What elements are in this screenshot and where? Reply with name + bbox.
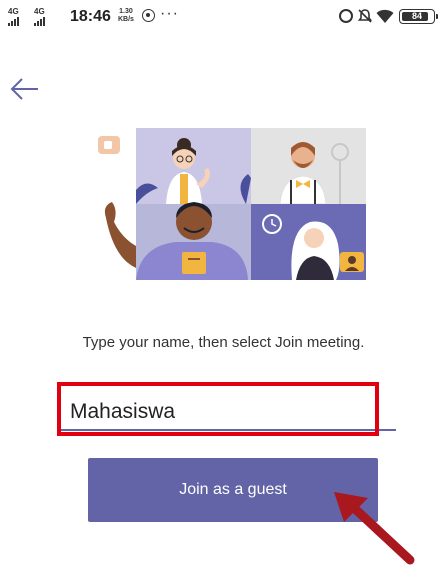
more-notifications-icon: ··· bbox=[160, 5, 179, 22]
speed-unit: KB/s bbox=[118, 16, 134, 23]
network-type-2: 4G bbox=[34, 7, 45, 16]
meeting-illustration bbox=[98, 128, 366, 280]
wifi-icon bbox=[376, 9, 394, 23]
mute-icon bbox=[357, 9, 373, 23]
arrow-left-icon[interactable] bbox=[8, 74, 42, 104]
network-speed: 1.30 KB/s bbox=[118, 8, 134, 24]
alarm-icon bbox=[339, 9, 353, 23]
signal-icon: 4G bbox=[8, 8, 28, 26]
status-bar: 4G 4G 18:46 1.30 KB/s ··· 84 bbox=[0, 0, 447, 36]
network-type-1: 4G bbox=[8, 7, 19, 16]
battery-icon: 84 bbox=[399, 9, 438, 24]
signal-icon-2: 4G bbox=[34, 8, 54, 26]
annotation-highlight-box bbox=[57, 382, 379, 436]
annotation-arrow-icon bbox=[334, 492, 415, 565]
speed-value: 1.30 bbox=[119, 8, 133, 15]
battery-level: 84 bbox=[411, 11, 422, 21]
instruction-text: Type your name, then select Join meeting… bbox=[82, 334, 365, 351]
whatsapp-icon bbox=[142, 9, 155, 22]
clock: 18:46 bbox=[70, 8, 111, 25]
